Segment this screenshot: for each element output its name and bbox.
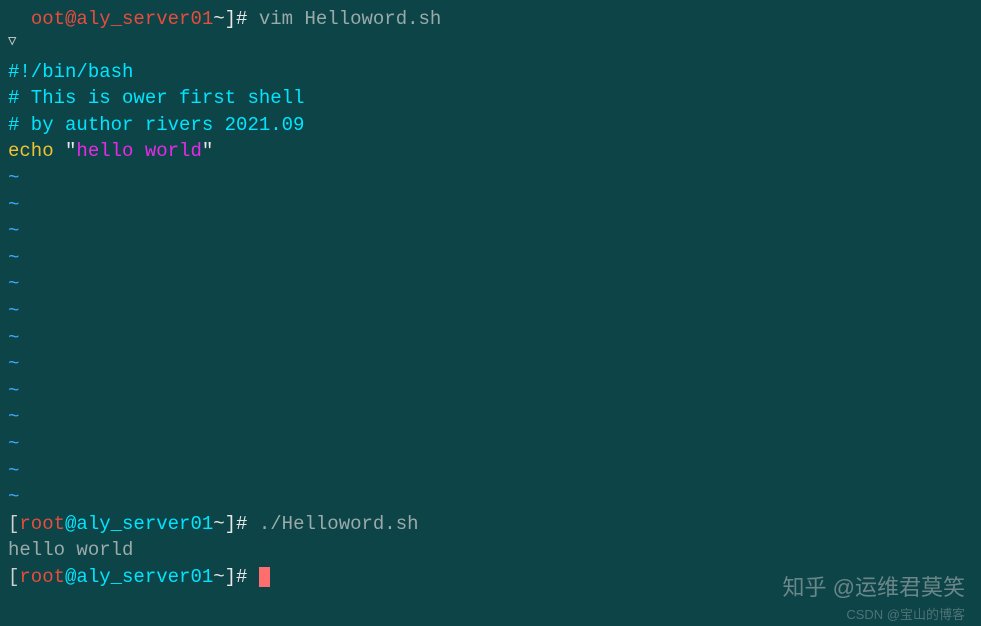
script-comment-1: # This is ower first shell	[8, 85, 973, 112]
command-output: hello world	[8, 537, 973, 564]
script-echo-line: echo "hello world"	[8, 138, 973, 165]
script-shebang: #!/bin/bash	[8, 59, 973, 86]
vim-empty-line: ~	[8, 165, 973, 192]
bracket-open: [	[8, 566, 19, 588]
vim-empty-line: ~	[8, 351, 973, 378]
vim-empty-line: ~	[8, 218, 973, 245]
prompt-path: ~	[213, 513, 224, 535]
prompt-path: ~	[213, 566, 224, 588]
vim-continuation-marker: ▽	[8, 33, 973, 59]
prompt-end: ]#	[225, 566, 259, 588]
prompt-line-1: oot@aly_server01~]# vim Helloword.sh	[8, 6, 973, 33]
script-comment-2: # by author rivers 2021.09	[8, 112, 973, 139]
at-sign: @	[65, 513, 76, 535]
command-text: ./Helloword.sh	[259, 513, 419, 535]
vim-empty-line: ~	[8, 245, 973, 272]
user: root	[19, 566, 65, 588]
user-host: oot@aly_server01	[31, 8, 213, 30]
at-sign: @	[65, 566, 76, 588]
quote-open: "	[54, 140, 77, 162]
prompt-end: ]#	[225, 8, 248, 30]
watermark-zhihu: 知乎 @运维君莫笑	[783, 573, 965, 604]
vim-empty-line: ~	[8, 458, 973, 485]
vim-empty-line: ~	[8, 484, 973, 511]
echo-string: hello world	[76, 140, 201, 162]
vim-empty-line: ~	[8, 298, 973, 325]
user: root	[19, 513, 65, 535]
echo-keyword: echo	[8, 140, 54, 162]
vim-empty-line: ~	[8, 325, 973, 352]
bracket-open: [	[8, 513, 19, 535]
prompt-end: ]#	[225, 513, 248, 535]
prompt-line-2: [root@aly_server01~]# ./Helloword.sh	[8, 511, 973, 538]
quote-close: "	[202, 140, 213, 162]
hostname: aly_server01	[76, 513, 213, 535]
vim-empty-line: ~	[8, 378, 973, 405]
vim-empty-line: ~	[8, 404, 973, 431]
watermark-csdn: CSDN @宝山的博客	[846, 606, 965, 624]
hostname: aly_server01	[76, 566, 213, 588]
cursor	[259, 567, 270, 587]
terminal-window[interactable]: oot@aly_server01~]# vim Helloword.sh ▽ #…	[8, 6, 973, 590]
vim-empty-line: ~	[8, 271, 973, 298]
command-text: vim Helloword.sh	[259, 8, 441, 30]
vim-empty-line: ~	[8, 431, 973, 458]
vim-empty-line: ~	[8, 192, 973, 219]
pre-space	[8, 8, 31, 30]
prompt-path: ~	[213, 8, 224, 30]
